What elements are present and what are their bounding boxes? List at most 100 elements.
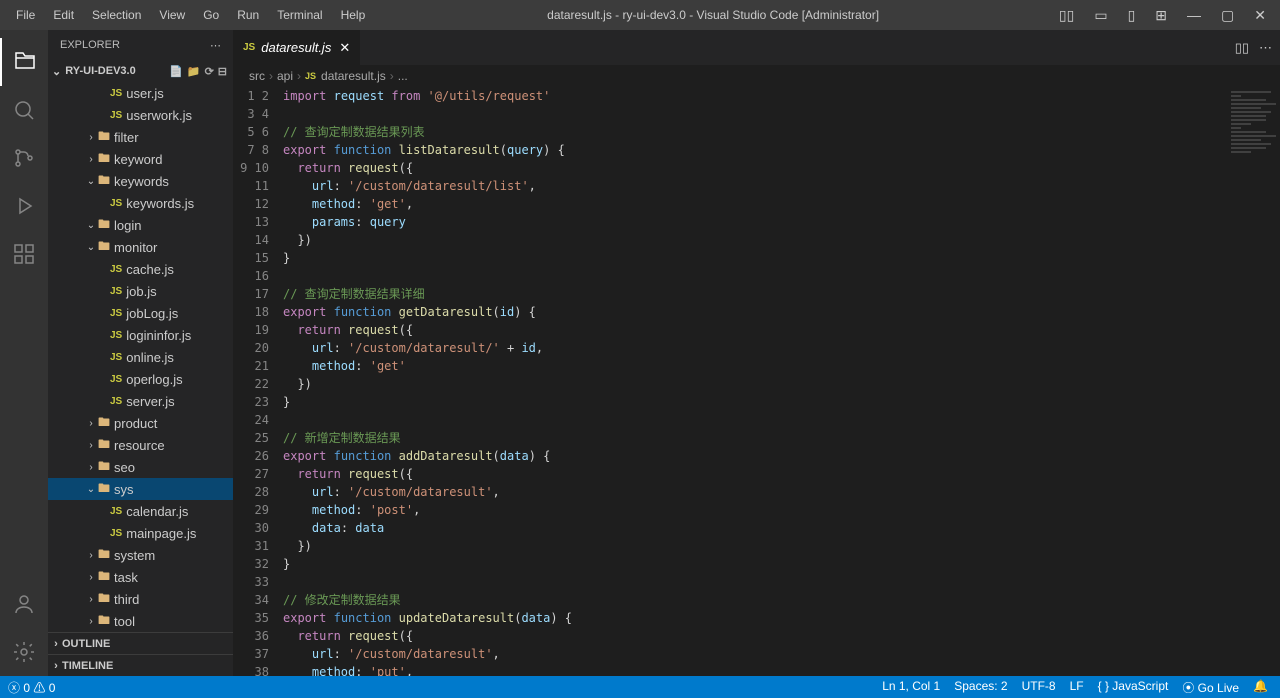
- file-item[interactable]: JSuserwork.js: [48, 104, 233, 126]
- folder-item[interactable]: ›🖿system: [48, 544, 233, 566]
- status-encoding[interactable]: UTF-8: [1022, 679, 1056, 696]
- folder-item[interactable]: ⌄🖿sys: [48, 478, 233, 500]
- explorer-icon[interactable]: [0, 38, 48, 86]
- chevron-down-icon: ⌄: [84, 484, 98, 495]
- tree-label: jobLog.js: [126, 306, 178, 321]
- file-item[interactable]: JScalendar.js: [48, 500, 233, 522]
- crumb-file[interactable]: dataresult.js: [321, 69, 386, 83]
- folder-icon: 🖿: [98, 545, 110, 566]
- source-control-icon[interactable]: [0, 134, 48, 182]
- file-item[interactable]: JSjob.js: [48, 280, 233, 302]
- file-item[interactable]: JSlogininfor.js: [48, 324, 233, 346]
- debug-icon[interactable]: [0, 182, 48, 230]
- layout-icon[interactable]: ▯▯: [1053, 3, 1080, 28]
- js-icon: JS: [110, 374, 122, 385]
- file-item[interactable]: JScache.js: [48, 258, 233, 280]
- tree-label: login: [114, 218, 141, 233]
- folder-icon: 🖿: [98, 567, 110, 588]
- project-name: RY-UI-DEV3.0: [65, 65, 136, 77]
- status-spaces[interactable]: Spaces: 2: [954, 679, 1007, 696]
- menu-terminal[interactable]: Terminal: [269, 4, 330, 26]
- project-header[interactable]: ⌄ RY-UI-DEV3.0 📄 📁 ⟳ ⊟: [48, 60, 233, 82]
- tree-label: third: [114, 592, 139, 607]
- tree-label: monitor: [114, 240, 157, 255]
- tree-label: keywords: [114, 174, 169, 189]
- status-golive[interactable]: ⦿ Go Live: [1182, 679, 1239, 696]
- tree-label: sys: [114, 482, 134, 497]
- menu-selection[interactable]: Selection: [84, 4, 149, 26]
- timeline-header[interactable]: ›TIMELINE: [48, 654, 233, 676]
- file-item[interactable]: JSoperlog.js: [48, 368, 233, 390]
- file-item[interactable]: JSuser.js: [48, 82, 233, 104]
- file-item[interactable]: JSonline.js: [48, 346, 233, 368]
- folder-item[interactable]: ›🖿product: [48, 412, 233, 434]
- folder-item[interactable]: ›🖿third: [48, 588, 233, 610]
- new-file-icon[interactable]: 📄: [169, 65, 183, 78]
- js-icon: JS: [110, 330, 122, 341]
- file-item[interactable]: JS jobLog.js: [48, 302, 233, 324]
- outline-header[interactable]: ›OUTLINE: [48, 632, 233, 654]
- file-tree[interactable]: JSuser.jsJSuserwork.js›🖿filter›🖿keyword⌄…: [48, 82, 233, 632]
- folder-item[interactable]: ›🖿resource: [48, 434, 233, 456]
- panel-icon[interactable]: ▭: [1088, 3, 1113, 28]
- menu-run[interactable]: Run: [229, 4, 267, 26]
- js-icon: JS: [110, 308, 122, 319]
- folder-item[interactable]: ›🖿tool: [48, 610, 233, 632]
- crumb-src[interactable]: src: [249, 69, 265, 83]
- js-icon: JS: [243, 42, 255, 53]
- file-item[interactable]: JSkeywords.js: [48, 192, 233, 214]
- search-icon[interactable]: [0, 86, 48, 134]
- js-icon: JS: [110, 110, 122, 121]
- folder-item[interactable]: ⌄🖿monitor: [48, 236, 233, 258]
- menu-edit[interactable]: Edit: [45, 4, 82, 26]
- menu-file[interactable]: File: [8, 4, 43, 26]
- folder-item[interactable]: ›🖿keyword: [48, 148, 233, 170]
- chevron-right-icon: ›: [84, 154, 98, 165]
- extensions-icon[interactable]: [0, 230, 48, 278]
- file-item[interactable]: JSserver.js: [48, 390, 233, 412]
- chevron-right-icon: ›: [84, 616, 98, 627]
- minimap[interactable]: [1220, 87, 1280, 676]
- tree-label: server.js: [126, 394, 174, 409]
- status-errors[interactable]: ⓧ 0 ⚠ 0: [8, 679, 55, 696]
- minimize-button[interactable]: —: [1181, 3, 1207, 27]
- menu-go[interactable]: Go: [195, 4, 227, 26]
- file-item[interactable]: JSmainpage.js: [48, 522, 233, 544]
- status-lang[interactable]: { } JavaScript: [1098, 679, 1169, 696]
- folder-icon: 🖿: [98, 237, 110, 258]
- folder-item[interactable]: ›🖿task: [48, 566, 233, 588]
- crumb-api[interactable]: api: [277, 69, 293, 83]
- window-title: dataresult.js - ry-ui-dev3.0 - Visual St…: [373, 8, 1053, 22]
- status-eol[interactable]: LF: [1070, 679, 1084, 696]
- sidebar-icon[interactable]: ▯: [1122, 3, 1142, 28]
- customize-icon[interactable]: ⊞: [1149, 3, 1173, 28]
- editor-tabs: JS dataresult.js ✕ ▯▯ ⋯: [233, 30, 1280, 65]
- js-icon: JS: [110, 198, 122, 209]
- close-tab-icon[interactable]: ✕: [339, 40, 350, 56]
- folder-item[interactable]: ⌄🖿keywords: [48, 170, 233, 192]
- close-button[interactable]: ✕: [1248, 3, 1272, 28]
- status-bell-icon[interactable]: 🔔: [1253, 679, 1268, 696]
- chevron-right-icon: ›: [84, 462, 98, 473]
- account-icon[interactable]: [0, 580, 48, 628]
- code-editor[interactable]: import request from '@/utils/request' //…: [283, 87, 1220, 676]
- refresh-icon[interactable]: ⟳: [205, 65, 214, 78]
- explorer-more-icon[interactable]: ⋯: [210, 39, 221, 52]
- more-actions-icon[interactable]: ⋯: [1259, 40, 1272, 56]
- folder-item[interactable]: ›🖿seo: [48, 456, 233, 478]
- menu-view[interactable]: View: [151, 4, 193, 26]
- breadcrumb[interactable]: src› api› JSdataresult.js› ...: [233, 65, 1280, 87]
- collapse-icon[interactable]: ⊟: [218, 65, 227, 78]
- settings-icon[interactable]: [0, 628, 48, 676]
- status-ln-col[interactable]: Ln 1, Col 1: [882, 679, 940, 696]
- folder-item[interactable]: ›🖿filter: [48, 126, 233, 148]
- folder-icon: 🖿: [98, 215, 110, 236]
- tab-dataresult[interactable]: JS dataresult.js ✕: [233, 30, 361, 65]
- split-editor-icon[interactable]: ▯▯: [1235, 40, 1249, 56]
- activity-bar: [0, 30, 48, 676]
- menu-help[interactable]: Help: [333, 4, 374, 26]
- folder-item[interactable]: ⌄🖿login: [48, 214, 233, 236]
- maximize-button[interactable]: ▢: [1215, 3, 1240, 28]
- crumb-more[interactable]: ...: [398, 69, 408, 83]
- new-folder-icon[interactable]: 📁: [187, 65, 201, 78]
